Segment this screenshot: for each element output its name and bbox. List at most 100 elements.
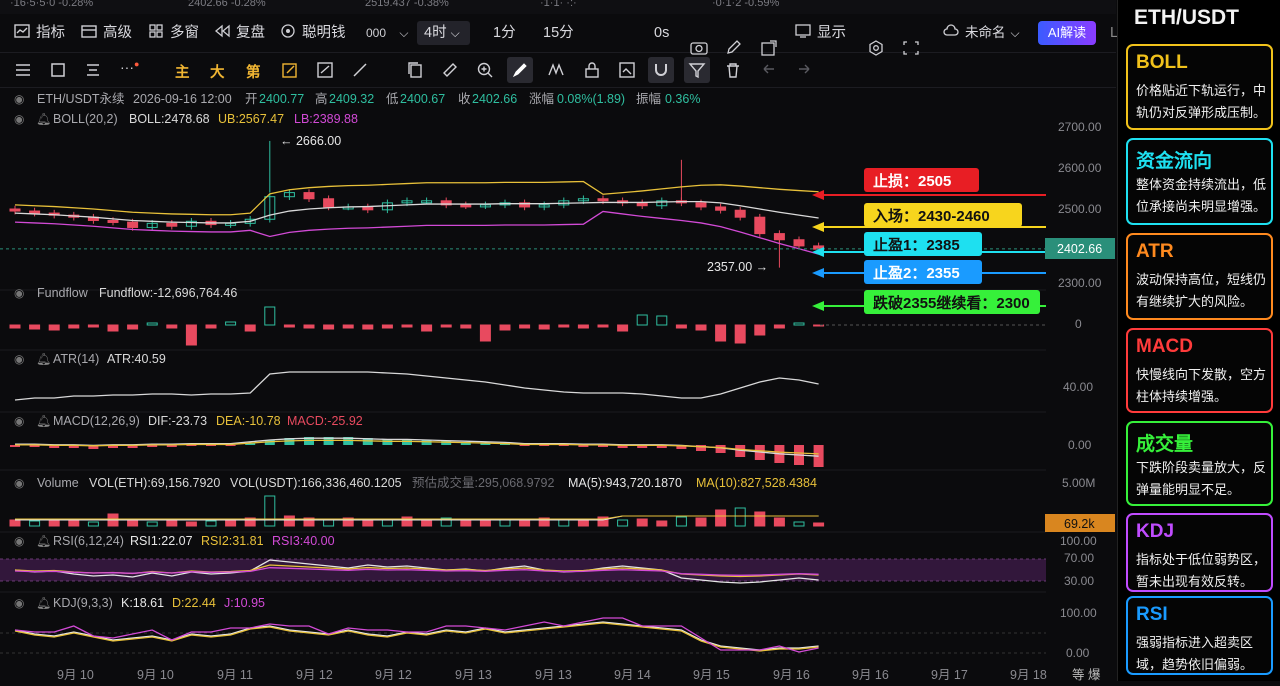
volume-bar — [675, 516, 687, 527]
open-value: 2400.77 — [259, 92, 304, 106]
price-tick: 2600.00 — [1058, 161, 1102, 175]
fundflow-bar — [499, 324, 511, 331]
fundflow-bar — [362, 324, 374, 330]
align-icon[interactable] — [84, 61, 102, 79]
fundflow-bar — [675, 324, 687, 329]
volume-bar — [793, 521, 805, 527]
top-ticker-strip: ·16·5·5·0 -0.28% 2402.66 -0.28% 2519.437… — [0, 0, 1116, 14]
template-save-icon[interactable] — [618, 61, 636, 79]
atr-axis: 40.00 — [1063, 380, 1093, 394]
undo-icon[interactable] — [760, 61, 778, 79]
main-chart-button[interactable]: 主 — [175, 61, 190, 82]
volume-bar — [734, 507, 746, 527]
interval-15m[interactable]: 15分 — [543, 23, 574, 43]
atr-line — [14, 371, 819, 401]
indicator-icon — [14, 24, 30, 38]
volume-bar — [695, 517, 707, 527]
time-tick: 9月 14 — [614, 668, 651, 681]
candle-body — [107, 219, 119, 223]
time-tick: 9月 12 — [375, 668, 412, 681]
time-tick: 9月 10 — [57, 668, 94, 681]
chart-area[interactable]: 止损：2505 入场：2430-2460 止盈1：2385 止盈2：2355 跌破235… — [0, 87, 1116, 682]
time-tick: 9月 15 — [693, 668, 730, 681]
multi-window-label: 多窗 — [170, 25, 199, 41]
fundflow-bar — [773, 324, 785, 329]
volume-axis: 5.00M — [1062, 476, 1095, 490]
low-value: 2400.67 — [400, 92, 445, 106]
interval-selected[interactable]: 4时 ⌵ — [424, 23, 460, 43]
trash-icon[interactable] — [724, 61, 742, 79]
zoom-in-icon[interactable] — [476, 61, 494, 79]
more-dots-icon[interactable]: ···● — [120, 59, 139, 75]
time-tick: 9月 13 — [535, 668, 572, 681]
bell-icon: 🔔︎ — [36, 112, 51, 126]
countdown-button[interactable]: 0s — [654, 23, 669, 43]
ticker-5: ·0·1·2 -0.59% — [712, 0, 780, 9]
fundflow-bar — [29, 324, 41, 330]
menu-icon[interactable] — [14, 61, 32, 79]
analysis-card-title: RSI — [1136, 604, 1168, 625]
copy-icon[interactable] — [406, 61, 424, 79]
vol-ma5: MA(5):943,720.1870 — [568, 476, 682, 490]
fundflow-bar — [283, 324, 295, 328]
fundflow-bar — [107, 324, 119, 332]
square-icon[interactable] — [49, 61, 67, 79]
eye-icon: ◉ — [14, 92, 24, 106]
high-mark: ← 2666.00 — [280, 134, 341, 148]
ruler-icon[interactable] — [441, 61, 459, 79]
pattern-icon[interactable] — [547, 61, 565, 79]
edit-box-icon[interactable] — [281, 61, 299, 79]
multi-window-button[interactable]: 多窗 — [148, 23, 199, 43]
note-icon[interactable] — [316, 61, 334, 79]
brush-icon[interactable] — [511, 61, 529, 79]
time-tick: 9月 16 — [773, 668, 810, 681]
line-tool-icon[interactable] — [351, 61, 369, 79]
template-label: 高级 — [103, 25, 132, 41]
display-button[interactable]: 显示 — [795, 23, 846, 43]
eye-icon: ◉ — [14, 476, 24, 490]
redo-icon[interactable] — [795, 61, 813, 79]
change-label: 涨幅 — [529, 91, 554, 106]
bell-icon: 🔔︎ — [36, 596, 51, 610]
level-label-text: 止盈2：2355 — [873, 264, 960, 282]
low-mark: 2357.00 → — [707, 260, 768, 274]
eye-icon: ◉ — [14, 352, 24, 366]
lock-icon[interactable] — [583, 61, 601, 79]
level-arrow-icon — [812, 301, 824, 311]
eye-icon: ◉ — [14, 414, 24, 428]
candle-body — [127, 221, 139, 228]
display-label: 显示 — [817, 25, 846, 41]
smart-money-button[interactable]: 聪明钱 — [280, 23, 346, 43]
interval-1m[interactable]: 1分 — [493, 23, 516, 43]
fundflow-bar — [323, 324, 335, 330]
filter-icon[interactable] — [688, 61, 706, 79]
volume-bar — [479, 520, 491, 527]
chart-type-select[interactable]: 000 ⌵ — [366, 23, 408, 43]
time-tick: 9月 12 — [296, 668, 333, 681]
time-tick: 9月 17 — [931, 668, 968, 681]
volume-bar — [205, 520, 217, 527]
template-icon — [81, 25, 97, 38]
indicators-button[interactable]: 指标 — [14, 23, 65, 43]
smart-money-icon — [281, 24, 295, 38]
template-button[interactable]: 高级 — [81, 23, 132, 43]
replay-button[interactable]: 复盘 — [214, 23, 265, 43]
chart-dynamic-layer: 止损：2505 入场：2430-2460 止盈1：2385 止盈2：2355 跌破235… — [0, 140, 1046, 654]
analysis-card-desc: 指标处于低位弱势区，暂未出现有效反转。 — [1136, 552, 1267, 589]
analysis-card-rsi: RSI 强弱指标进入超卖区域，趋势依旧偏弱。 — [1126, 596, 1273, 675]
macd-dea: DEA:-10.78 — [216, 414, 281, 428]
fundflow-bar — [421, 324, 433, 332]
ai-interpret-button[interactable]: AI解读 — [1038, 21, 1096, 45]
magnet-icon[interactable] — [652, 61, 670, 79]
layout-select[interactable]: 未命名 ⌵ — [943, 23, 1020, 43]
rsi1-value: RSI1:22.07 — [130, 534, 193, 548]
volume-bar — [127, 520, 139, 527]
volume-bar — [225, 519, 237, 527]
price-tick: 2700.00 — [1058, 120, 1102, 134]
volume-bar — [421, 519, 433, 527]
kdj-j: J:10.95 — [224, 596, 265, 610]
kline-chart-svg[interactable]: 止损：2505 入场：2430-2460 止盈1：2385 止盈2：2355 跌破235… — [0, 87, 1116, 682]
level-arrow-icon — [812, 222, 824, 232]
third-button[interactable]: 第 — [246, 61, 261, 82]
big-button[interactable]: 大 — [210, 61, 225, 82]
